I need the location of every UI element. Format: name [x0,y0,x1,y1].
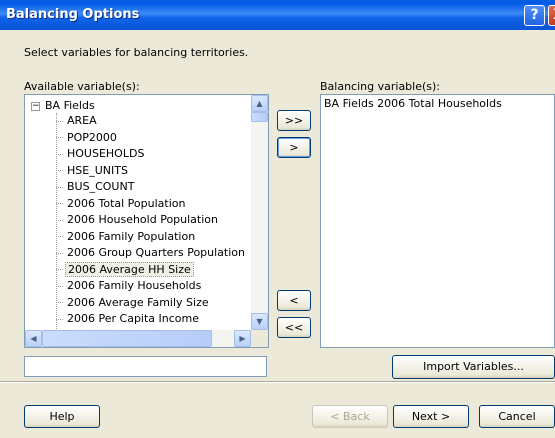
tree-item[interactable]: 2006 Average HH Size [56,261,194,279]
tree-connector [56,170,63,171]
available-variables-label: Available variable(s): [24,80,140,93]
scroll-up-icon[interactable]: ▲ [251,95,268,112]
tree-connector [56,120,63,122]
back-button[interactable]: < Back [312,405,388,428]
tree-connector [56,236,63,237]
tree-item[interactable]: 2006 Total Population [56,197,187,213]
vertical-scrollbar[interactable]: ▲ ▼ [251,95,268,330]
available-variables-tree[interactable]: − BA Fields AREA POP2000 HOUSEHOLDS HSE_UNIT… [24,94,269,348]
horizontal-scroll-thumb[interactable] [42,330,212,347]
next-button[interactable]: Next > [393,405,469,428]
tree-item-label: HSE_UNITS [67,163,128,177]
tree-item-label: 2006 Group Quarters Population [67,246,245,259]
vertical-scroll-thumb[interactable] [251,112,268,122]
tree-item[interactable]: POP2000 [56,131,119,147]
tree-connector [56,137,63,138]
tree-item[interactable]: HSE_UNITS [56,164,130,180]
tree-item-label: 2006 Household Population [67,213,218,226]
tree-item[interactable]: 2006 Group Quarters Population [56,246,247,262]
remove-all-button[interactable]: << [277,317,311,338]
footer-divider [0,381,555,383]
tree-item-label: 2006 Total Population [67,196,186,210]
tree-connector [56,203,63,204]
tree-connector [56,219,63,221]
scroll-right-icon[interactable]: ▶ [234,330,251,347]
help-button[interactable]: Help [24,405,100,428]
tree-item[interactable]: 2006 Family Households [56,279,203,295]
tree-item[interactable]: 2006 Per Capita Income [56,312,201,328]
tree-connector [56,252,63,254]
tree-item-label: HOUSEHOLDS [67,147,145,160]
tree-connector [56,269,63,270]
tree-item-label: 2006 Family Population [67,229,196,243]
balancing-variables-list[interactable]: BA Fields 2006 Total Households [320,94,555,348]
balancing-variables-label: Balancing variable(s): [320,80,441,93]
tree-item-label: POP2000 [67,130,117,144]
tree-connector [56,153,63,155]
tree-item[interactable]: 2006 Family Population [56,230,197,246]
tree-root-label: BA Fields [45,99,95,112]
remove-button[interactable]: < [277,290,311,311]
tree-item[interactable]: 2006 Household Population [56,213,220,229]
collapse-icon[interactable]: − [31,101,40,111]
tree-root-ba-fields[interactable]: − BA Fields [31,99,95,114]
balancing-list-item[interactable]: BA Fields 2006 Total Households [324,97,502,110]
tree-connector [56,285,63,287]
tree-item[interactable]: AREA [56,114,99,130]
tree-item-label: 2006 Average HH Size [65,261,194,277]
tree-item[interactable]: HOUSEHOLDS [56,147,146,163]
title-bar: Balancing Options [0,0,555,30]
help-icon[interactable]: ? [524,5,545,26]
tree-item-label: BUS_COUNT [67,180,135,193]
variable-search-input[interactable] [24,356,267,377]
tree-item-label: 2006 Family Households [67,279,202,292]
instructions-text: Select variables for balancing territori… [24,46,249,59]
tree-item[interactable]: 2006 Average Family Size [56,296,211,312]
tree-item-label: AREA [67,114,97,127]
add-button[interactable]: > [277,137,311,158]
tree-connector [56,318,63,320]
cancel-button[interactable]: Cancel [479,405,555,428]
tree-item-label: 2006 Average Family Size [67,295,209,309]
window-title: Balancing Options [6,7,140,22]
tree-connector [56,302,63,303]
add-all-button[interactable]: >> [277,110,311,131]
scroll-left-icon[interactable]: ◀ [25,330,42,347]
import-variables-button[interactable]: Import Variables... [392,355,555,379]
tree-item-label: 2006 Per Capita Income [67,312,200,325]
scroll-down-icon[interactable]: ▼ [251,313,268,330]
horizontal-scrollbar[interactable]: ◀ ▶ [25,330,251,347]
scroll-corner [251,330,268,347]
tree-item[interactable]: BUS_COUNT [56,180,136,196]
tree-connector [56,186,63,188]
close-icon[interactable]: X [548,5,555,26]
